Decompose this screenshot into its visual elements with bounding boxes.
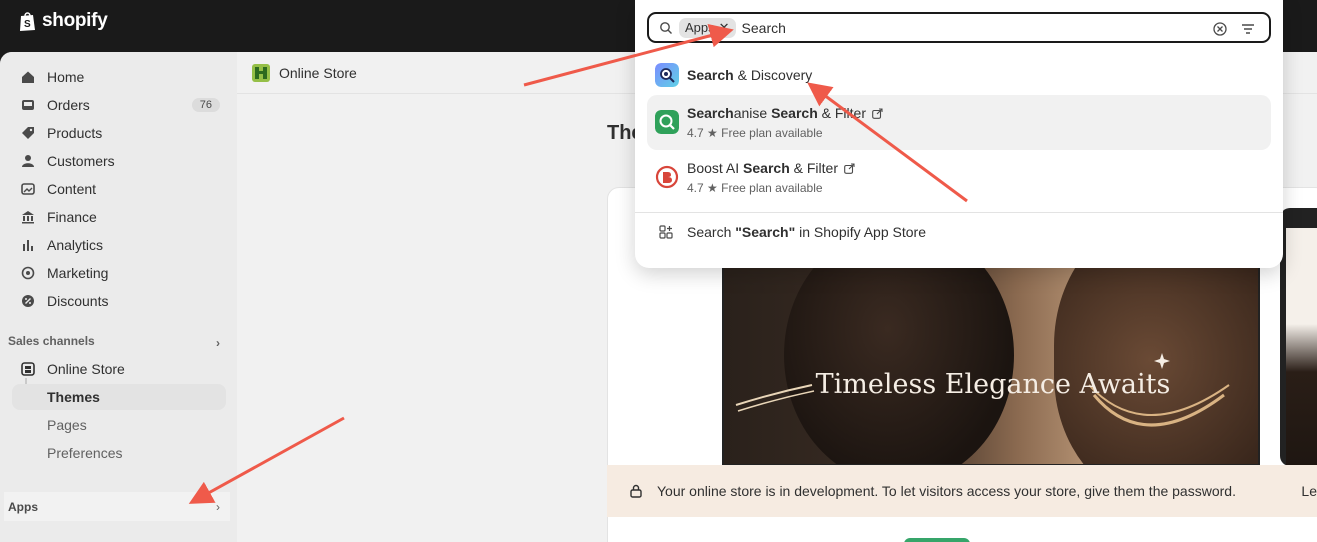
search-result-search-discovery[interactable]: Search & Discovery — [647, 56, 1271, 94]
boost-ai-app-icon — [655, 165, 679, 189]
notice-learn-more-link[interactable]: Le — [1301, 483, 1317, 499]
search-scope-chip[interactable]: Apps ✕ — [679, 17, 736, 38]
remove-chip-icon[interactable]: ✕ — [719, 20, 730, 36]
filter-icon[interactable] — [1241, 23, 1255, 35]
online-store-app-icon — [252, 63, 270, 82]
clear-search-icon[interactable] — [1213, 22, 1227, 36]
sidebar-item-products[interactable]: Products — [12, 120, 226, 146]
searchanise-app-icon — [655, 110, 679, 134]
theme-mobile-preview[interactable] — [1280, 208, 1317, 466]
result-meta: 4.7 ★ Free plan available — [687, 126, 823, 140]
search-bar[interactable]: Apps ✕ — [647, 12, 1271, 43]
lock-icon — [630, 484, 642, 498]
sidebar-item-apps[interactable]: Apps › — [4, 492, 230, 521]
shopify-bag-icon: S — [20, 12, 35, 31]
search-result-searchanise[interactable]: Searchanise Search & Filter 4.7 ★ Free p… — [647, 95, 1271, 150]
result-name: Boost AI Search & Filter — [687, 160, 855, 176]
result-name: Searchanise Search & Filter — [687, 105, 883, 121]
inbox-icon — [20, 97, 36, 113]
global-search-dropdown: Apps ✕ Search & Discovery Searchanise S — [635, 0, 1283, 268]
apps-grid-icon — [659, 225, 673, 239]
search-in-app-store[interactable]: Search "Search" in Shopify App Store — [659, 224, 926, 240]
search-icon — [660, 21, 672, 34]
sidebar: Home Orders 76 Products Customers Conten… — [0, 52, 236, 542]
sidebar-item-home[interactable]: Home — [12, 64, 226, 90]
mobile-screen — [1286, 228, 1317, 466]
chevron-right-icon: › — [216, 336, 220, 350]
breadcrumb-title[interactable]: Online Store — [279, 65, 357, 81]
svg-text:S: S — [24, 19, 31, 30]
development-notice-banner: Your online store is in development. To … — [607, 465, 1317, 517]
dropdown-divider — [635, 212, 1283, 213]
result-name: Search & Discovery — [687, 67, 813, 83]
search-discovery-app-icon — [655, 63, 679, 87]
sidebar-item-content[interactable]: Content — [12, 176, 226, 202]
primary-action-button[interactable] — [904, 538, 970, 542]
brand-name: shopify — [42, 10, 108, 31]
sidebar-item-finance[interactable]: Finance — [12, 204, 226, 230]
orders-count-badge: 76 — [191, 98, 220, 112]
sidebar-item-discounts[interactable]: Discounts — [12, 288, 226, 314]
theme-desktop-preview[interactable]: Timeless Elegance Awaits — [722, 243, 1260, 466]
search-result-boost-ai[interactable]: Boost AI Search & Filter 4.7 ★ Free plan… — [647, 150, 1271, 205]
sidebar-item-pages[interactable]: Pages — [12, 412, 226, 438]
image-icon — [20, 181, 36, 197]
home-icon — [20, 69, 36, 85]
sidebar-item-orders[interactable]: Orders 76 — [12, 92, 226, 118]
jewelry-lines — [735, 353, 1230, 427]
sales-channels-header[interactable]: Sales channels › — [8, 334, 226, 350]
discount-icon — [20, 293, 36, 309]
target-icon — [20, 265, 36, 281]
sidebar-item-analytics[interactable]: Analytics — [12, 232, 226, 258]
sidebar-item-marketing[interactable]: Marketing — [12, 260, 226, 286]
bank-icon — [20, 209, 36, 225]
star-icon: ★ — [707, 181, 718, 195]
star-icon: ★ — [707, 126, 718, 140]
storefront-icon — [20, 361, 36, 377]
external-link-icon — [872, 108, 883, 119]
bar-chart-icon — [20, 237, 36, 253]
person-icon — [20, 153, 36, 169]
sidebar-item-preferences[interactable]: Preferences — [12, 440, 226, 466]
search-input[interactable] — [741, 19, 1182, 36]
sidebar-item-customers[interactable]: Customers — [12, 148, 226, 174]
notice-text: Your online store is in development. To … — [657, 483, 1236, 499]
sidebar-item-themes[interactable]: Themes — [12, 384, 226, 410]
tag-icon — [20, 125, 36, 141]
shopify-logo[interactable]: S shopify — [18, 10, 108, 32]
result-meta: 4.7 ★ Free plan available — [687, 181, 823, 195]
chevron-right-icon: › — [216, 499, 220, 514]
external-link-icon — [844, 163, 855, 174]
preview-heading: Timeless Elegance Awaits — [815, 369, 1171, 400]
sidebar-item-online-store[interactable]: Online Store — [12, 356, 226, 382]
